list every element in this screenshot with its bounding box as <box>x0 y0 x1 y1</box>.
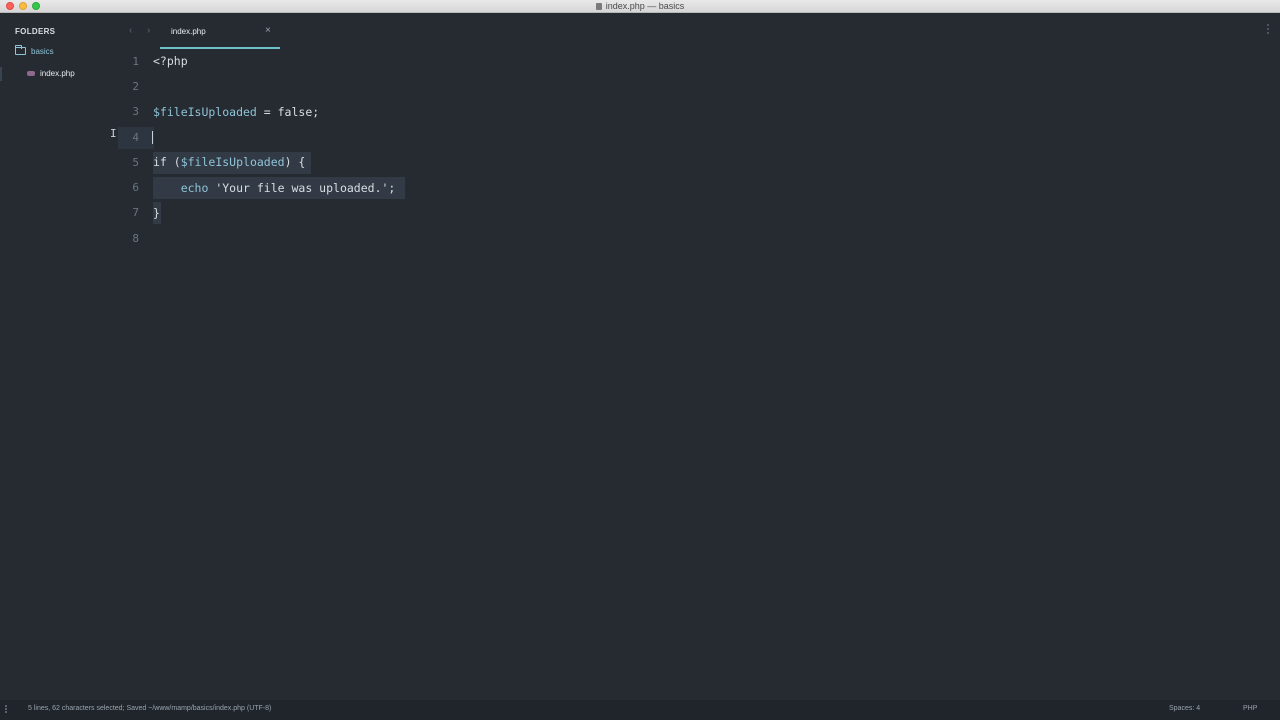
code-token: ) { <box>284 155 306 169</box>
keyword-token: if ( <box>153 155 181 169</box>
code-token: } <box>153 206 160 220</box>
line-number: 3 <box>132 105 139 118</box>
line-number: 5 <box>132 156 139 169</box>
code-line-6[interactable]: echo 'Your file was uploaded.'; <box>153 181 396 195</box>
sidebar: FOLDERS basics index.php <box>0 14 125 700</box>
status-info: 5 lines, 62 characters selected; Saved ~… <box>28 705 272 712</box>
active-file-marker <box>0 67 2 81</box>
code-token: = false; <box>256 105 320 119</box>
more-options-icon[interactable] <box>1266 24 1270 36</box>
folder-label: basics <box>31 46 54 56</box>
line-number: 8 <box>132 232 139 245</box>
syntax-setting[interactable]: PHP <box>1243 705 1257 712</box>
code-line-7[interactable]: } <box>153 206 160 220</box>
window-title-text: index.php — basics <box>605 1 685 11</box>
file-label: index.php <box>40 69 75 78</box>
close-tab-icon[interactable]: × <box>265 25 271 36</box>
back-arrow-icon[interactable]: ‹ <box>129 25 132 36</box>
echo-keyword-token: echo <box>180 181 209 195</box>
line-number: 6 <box>132 181 139 194</box>
variable-token: $fileIsUploaded <box>180 155 285 169</box>
title-bar: index.php — basics <box>0 0 1280 13</box>
sidebar-file-index-php[interactable]: index.php <box>27 67 75 80</box>
indentation-setting[interactable]: Spaces: 4 <box>1169 705 1200 712</box>
status-bar: 5 lines, 62 characters selected; Saved ~… <box>0 700 1280 720</box>
sidebar-folder-basics[interactable]: basics <box>15 45 54 57</box>
window-title: index.php — basics <box>0 0 1280 13</box>
line-number: 2 <box>132 80 139 93</box>
string-token: 'Your file was uploaded.'; <box>208 181 396 195</box>
ibeam-cursor-icon: I <box>110 127 117 140</box>
document-icon <box>595 3 602 10</box>
code-line-1[interactable]: <?php <box>153 54 188 68</box>
tab-label: index.php <box>171 27 206 36</box>
code-line-3[interactable]: $fileIsUploaded = false; <box>153 105 319 119</box>
forward-arrow-icon[interactable]: › <box>147 25 150 36</box>
tab-index-php[interactable]: index.php × <box>160 20 280 49</box>
php-file-icon <box>27 71 35 76</box>
folder-icon <box>15 45 26 55</box>
php-open-tag: <?php <box>153 54 188 68</box>
folders-header: FOLDERS <box>15 27 56 36</box>
text-caret <box>152 131 153 144</box>
panel-toggle-icon[interactable] <box>5 705 8 714</box>
variable-token: $fileIsUploaded <box>153 105 257 119</box>
line-number: 1 <box>132 55 139 68</box>
line-number: 7 <box>132 206 139 219</box>
code-line-5[interactable]: if ($fileIsUploaded) { <box>153 155 305 169</box>
